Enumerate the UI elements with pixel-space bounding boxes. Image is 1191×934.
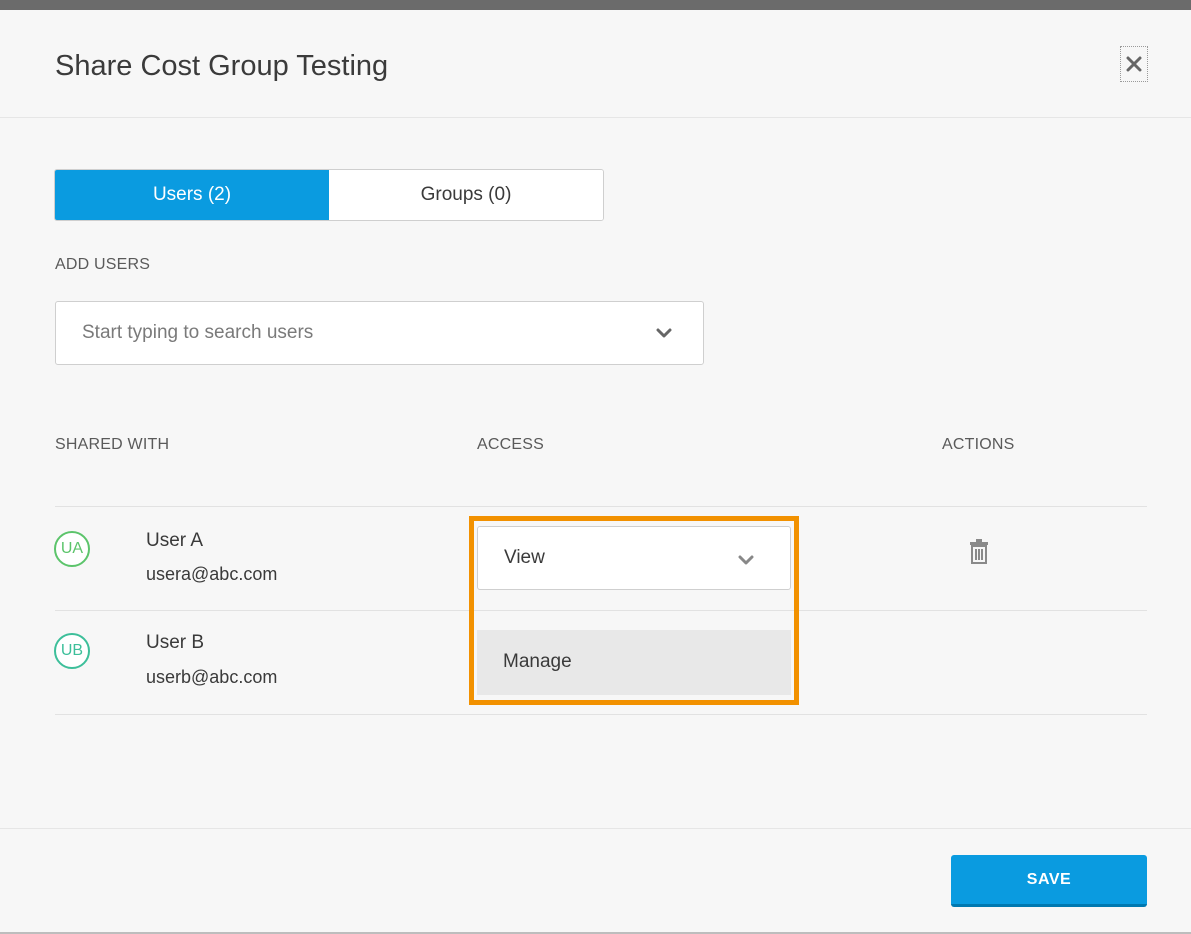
save-button[interactable]: SAVE bbox=[951, 855, 1147, 907]
user-name: User A bbox=[146, 530, 204, 551]
access-selected-value: View bbox=[504, 547, 545, 568]
tab-groups[interactable]: Groups (0) bbox=[329, 170, 603, 220]
dialog-title: Share Cost Group Testing bbox=[55, 50, 389, 82]
user-name: User B bbox=[146, 632, 205, 653]
divider bbox=[55, 714, 1147, 715]
user-email: usera@abc.com bbox=[146, 564, 278, 584]
avatar: UA bbox=[54, 531, 90, 567]
shared-with-header: SHARED WITH bbox=[55, 436, 170, 453]
dialog-header: Share Cost Group Testing bbox=[0, 10, 1191, 118]
tab-users[interactable]: Users (2) bbox=[55, 170, 329, 220]
divider bbox=[55, 506, 1147, 507]
chevron-down-icon bbox=[738, 555, 754, 565]
trash-icon[interactable] bbox=[969, 538, 989, 564]
access-option-label: Manage bbox=[503, 651, 572, 672]
close-button[interactable] bbox=[1120, 46, 1148, 82]
access-select[interactable]: View bbox=[477, 526, 791, 590]
actions-header: ACTIONS bbox=[942, 436, 1015, 453]
share-tabs: Users (2) Groups (0) bbox=[54, 169, 604, 221]
add-users-label: ADD USERS bbox=[55, 256, 151, 273]
share-dialog: Share Cost Group Testing Users (2) Group… bbox=[0, 10, 1191, 934]
user-search bbox=[55, 301, 704, 365]
user-search-input[interactable] bbox=[82, 302, 642, 364]
access-header: ACCESS bbox=[477, 436, 544, 453]
chevron-down-icon[interactable] bbox=[656, 327, 672, 339]
top-bar bbox=[0, 0, 1191, 10]
avatar: UB bbox=[54, 633, 90, 669]
user-email: userb@abc.com bbox=[146, 667, 278, 687]
access-option-manage[interactable]: Manage bbox=[477, 630, 791, 695]
close-icon bbox=[1126, 56, 1142, 72]
footer-divider bbox=[0, 828, 1191, 829]
